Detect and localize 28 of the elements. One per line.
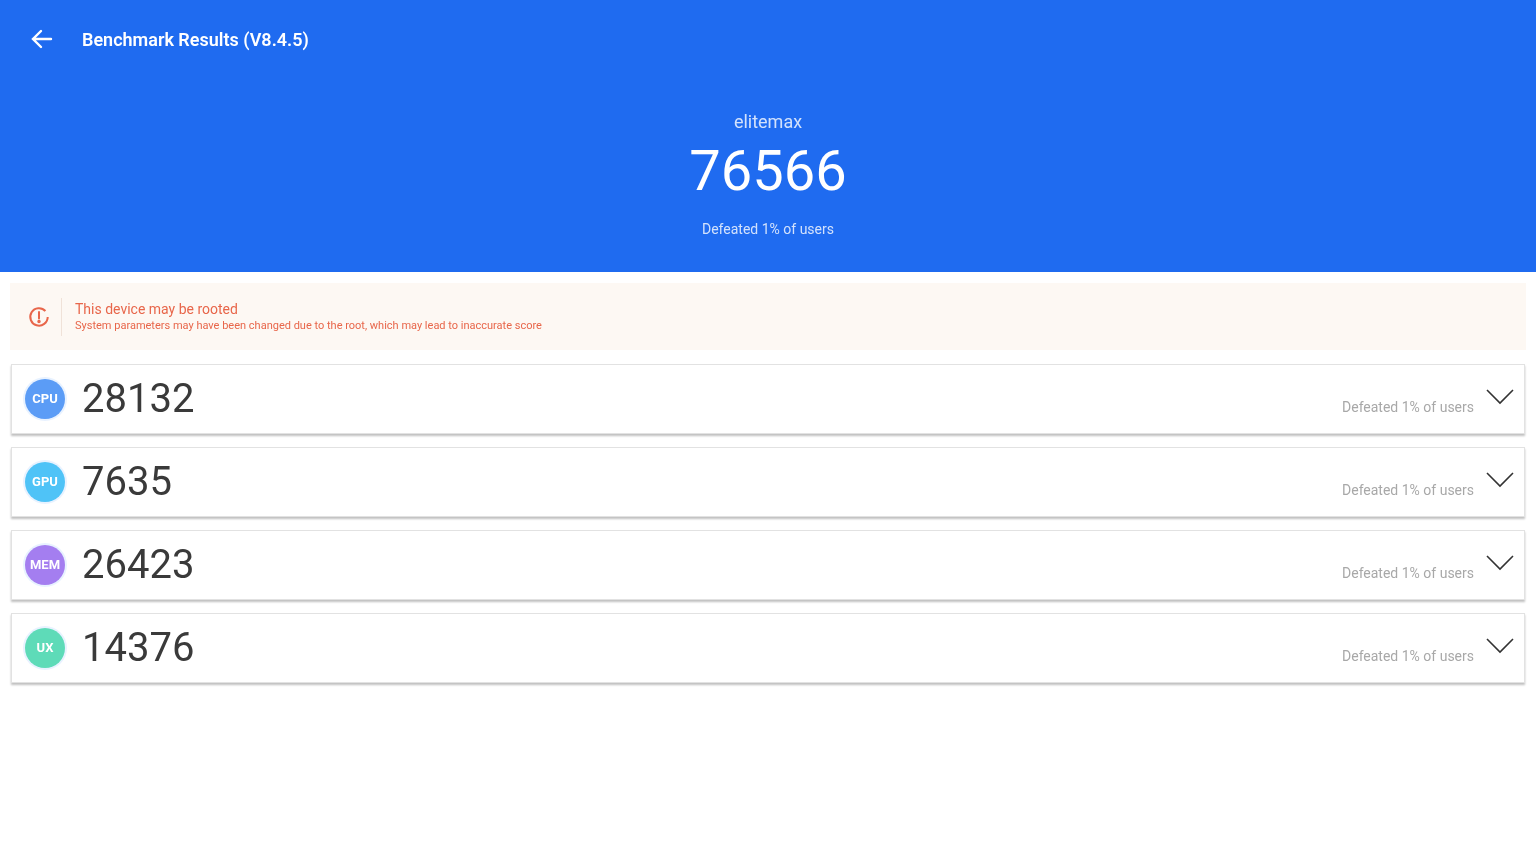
category-badge: GPU [25,462,65,502]
category-score: 7635 [82,458,172,506]
result-card[interactable]: GPU 7635 Defeated 1% of users [11,447,1525,517]
chevron-down-icon[interactable] [1486,638,1514,654]
result-card[interactable]: UX 14376 Defeated 1% of users [11,613,1525,683]
result-card[interactable]: CPU 28132 Defeated 1% of users [11,364,1525,434]
category-score: 26423 [82,541,195,589]
category-badge: MEM [25,545,65,585]
page-title: Benchmark Results (V8.4.5) [82,27,309,52]
result-card[interactable]: MEM 26423 Defeated 1% of users [11,530,1525,600]
warning-icon [28,305,50,328]
category-badge: CPU [25,379,65,419]
warning-message: System parameters may have been changed due to the root, which may lead to inaccurate score [75,317,542,334]
back-icon[interactable] [30,27,54,51]
rank-text: Defeated 1% of users [702,220,834,239]
warning-title: This device may be rooted [75,299,239,318]
category-badge: UX [25,628,65,668]
category-score: 28132 [82,375,195,423]
rank-text: Defeated 1% of users [1342,397,1474,417]
device-name: elitemax [733,110,803,134]
rank-text: Defeated 1% of users [1342,563,1474,583]
chevron-down-icon[interactable] [1486,472,1514,488]
rank-text: Defeated 1% of users [1342,646,1474,666]
category-score: 14376 [82,624,195,672]
rank-text: Defeated 1% of users [1342,480,1474,500]
chevron-down-icon[interactable] [1486,555,1514,571]
chevron-down-icon[interactable] [1486,389,1514,405]
total-score: 76566 [689,139,847,203]
